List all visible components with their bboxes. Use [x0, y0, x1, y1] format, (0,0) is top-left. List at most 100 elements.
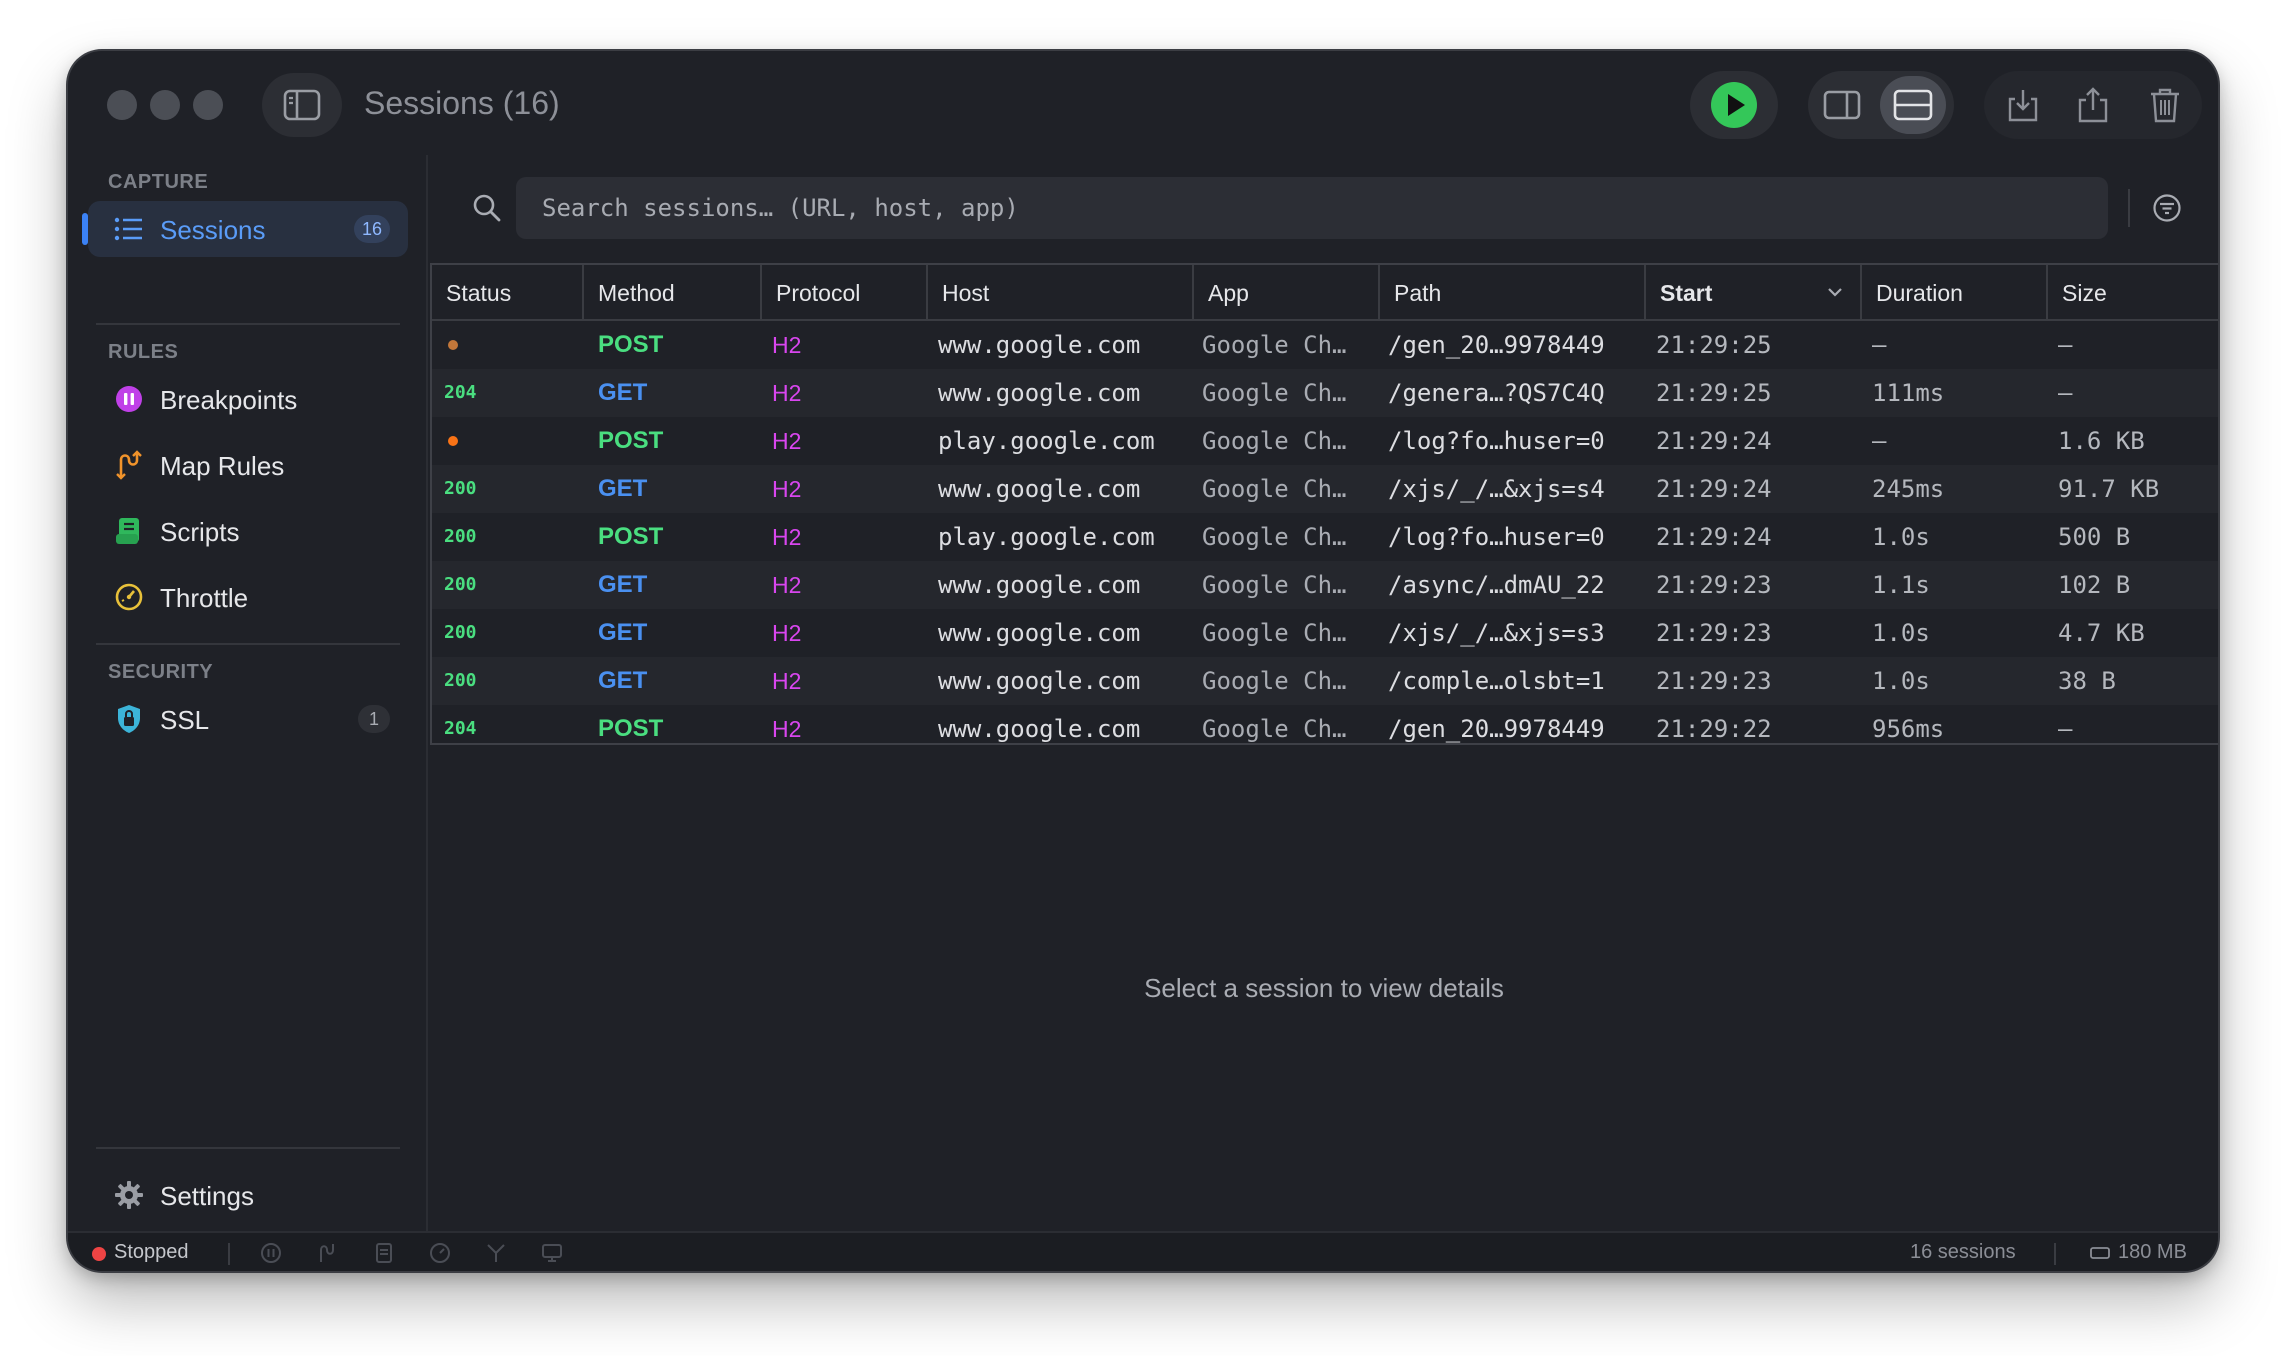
cell-protocol: H2 [772, 476, 802, 502]
filter-icon[interactable] [2152, 193, 2182, 223]
proxy-status-icon[interactable] [485, 1242, 507, 1264]
column-header-start[interactable]: Start [1646, 265, 1862, 321]
cell-start: 21:29:25 [1656, 379, 1772, 407]
table-row[interactable]: POST H2 www.google.com Google Ch… /gen_20…99… [432, 321, 2218, 369]
trash-icon [2151, 88, 2179, 123]
table-row[interactable]: POST H2 play.google.com Google Ch… /log?fo…h… [432, 417, 2218, 465]
cell-duration: 1.0s [1872, 667, 1930, 695]
sidebar: CAPTURE Sessions 16 RULES Breakpoints Ma… [68, 155, 428, 1231]
column-header-method[interactable]: Method [584, 265, 762, 321]
column-header-path[interactable]: Path [1380, 265, 1646, 321]
sidebar-item-settings[interactable]: Settings [88, 1167, 408, 1223]
cell-size: 102 B [2058, 571, 2131, 599]
breakpoints-status-icon[interactable] [260, 1242, 282, 1264]
memory-icon [2090, 1247, 2110, 1259]
cell-start: 21:29:23 [1656, 571, 1772, 599]
sessions-table: Status Method Protocol Host App Path Sta… [430, 263, 2218, 745]
table-row[interactable]: 200 POST H2 play.google.com Google Ch… /log?f… [432, 513, 2218, 561]
layout-side-by-side-button[interactable] [1814, 77, 1870, 133]
close-window-button[interactable] [107, 90, 137, 120]
table-row[interactable]: 200 GET H2 www.google.com Google Ch… /comple…… [432, 657, 2218, 705]
cell-duration: 1.1s [1872, 571, 1930, 599]
cell-status: 200 [444, 574, 477, 595]
cell-status: 200 [444, 670, 477, 691]
cell-host: play.google.com [938, 523, 1155, 551]
cell-path: /gen_20…9978449 [1388, 331, 1605, 359]
share-icon [2078, 87, 2108, 123]
sidebar-icon [283, 89, 321, 121]
cell-host: www.google.com [938, 715, 1141, 743]
column-header-protocol[interactable]: Protocol [762, 265, 928, 321]
cell-path: /gen_20…9978449 [1388, 715, 1605, 743]
cell-method: GET [598, 619, 648, 646]
cell-duration: – [1872, 331, 1887, 359]
sidebar-item-label: SSL [160, 705, 210, 735]
table-row[interactable]: 200 GET H2 www.google.com Google Ch… /xjs/_/…… [432, 609, 2218, 657]
ssl-count-badge: 1 [358, 705, 390, 733]
cell-start: 21:29:24 [1656, 427, 1772, 455]
cell-host: www.google.com [938, 667, 1141, 695]
column-header-host[interactable]: Host [928, 265, 1194, 321]
column-header-status[interactable]: Status [432, 265, 584, 321]
cell-start: 21:29:25 [1656, 331, 1772, 359]
column-header-size[interactable]: Size [2048, 265, 2218, 321]
clear-sessions-button[interactable] [2140, 81, 2190, 129]
table-row[interactable]: 200 GET H2 www.google.com Google Ch… /async/…… [432, 561, 2218, 609]
scripts-status-icon[interactable] [373, 1242, 395, 1264]
sidebar-item-scripts[interactable]: Scripts [88, 503, 408, 559]
system-proxy-status-icon[interactable] [541, 1242, 563, 1264]
script-icon [114, 516, 144, 546]
status-separator [2054, 1243, 2056, 1265]
cell-duration: 1.0s [1872, 619, 1930, 647]
cell-path: /genera…?QS7C4Q [1388, 379, 1605, 407]
cell-path: /xjs/_/…&xjs=s4 [1388, 475, 1605, 503]
cell-app: Google Ch… [1202, 379, 1347, 407]
play-icon [1711, 82, 1757, 128]
section-label-security: SECURITY [108, 661, 214, 683]
search-icon [473, 194, 501, 222]
sidebar-item-sessions[interactable]: Sessions 16 [82, 201, 408, 257]
cell-protocol: H2 [772, 380, 802, 406]
cell-app: Google Ch… [1202, 331, 1347, 359]
cell-start: 21:29:24 [1656, 475, 1772, 503]
cell-method: POST [598, 331, 664, 358]
cell-app: Google Ch… [1202, 715, 1347, 743]
throttle-status-icon[interactable] [429, 1242, 451, 1264]
cell-duration: 111ms [1872, 379, 1945, 407]
start-capture-button[interactable] [1690, 71, 1778, 139]
search-input[interactable] [516, 177, 2108, 239]
cell-method: POST [598, 715, 664, 742]
cell-protocol: H2 [772, 332, 802, 358]
gear-icon [114, 1180, 144, 1210]
column-header-duration[interactable]: Duration [1862, 265, 2048, 321]
section-label-rules: RULES [108, 341, 179, 363]
sidebar-item-breakpoints[interactable]: Breakpoints [88, 371, 408, 427]
layout-stacked-button[interactable] [1880, 76, 1946, 134]
sidebar-item-label: Scripts [160, 517, 240, 547]
toggle-sidebar-button[interactable] [262, 73, 342, 137]
export-button[interactable] [2068, 81, 2118, 129]
cell-app: Google Ch… [1202, 571, 1347, 599]
status-bar: Stopped 16 sessions 180 MB [68, 1231, 2218, 1271]
settings-label: Settings [160, 1181, 254, 1211]
table-row[interactable]: 200 GET H2 www.google.com Google Ch… /xjs/_/…… [432, 465, 2218, 513]
column-header-app[interactable]: App [1194, 265, 1380, 321]
minimize-window-button[interactable] [150, 90, 180, 120]
sidebar-item-map-rules[interactable]: Map Rules [88, 437, 408, 493]
cell-method: GET [598, 379, 648, 406]
cell-path: /log?fo…huser=0 [1388, 427, 1605, 455]
map-rules-status-icon[interactable] [316, 1242, 338, 1264]
lock-shield-icon [114, 704, 144, 734]
detail-empty-message: Select a session to view details [1144, 973, 1504, 1003]
list-icon [114, 214, 144, 244]
zoom-window-button[interactable] [193, 90, 223, 120]
table-row[interactable]: 204 POST H2 www.google.com Google Ch… /gen_20… [432, 705, 2218, 753]
table-row[interactable]: 204 GET H2 www.google.com Google Ch… /genera…… [432, 369, 2218, 417]
cell-protocol: H2 [772, 524, 802, 550]
import-button[interactable] [1998, 81, 2048, 129]
cell-duration: 1.0s [1872, 523, 1930, 551]
cell-status [444, 321, 574, 369]
cell-size: – [2058, 379, 2073, 407]
sidebar-item-ssl[interactable]: SSL 1 [88, 691, 408, 747]
sidebar-item-throttle[interactable]: Throttle [88, 569, 408, 625]
